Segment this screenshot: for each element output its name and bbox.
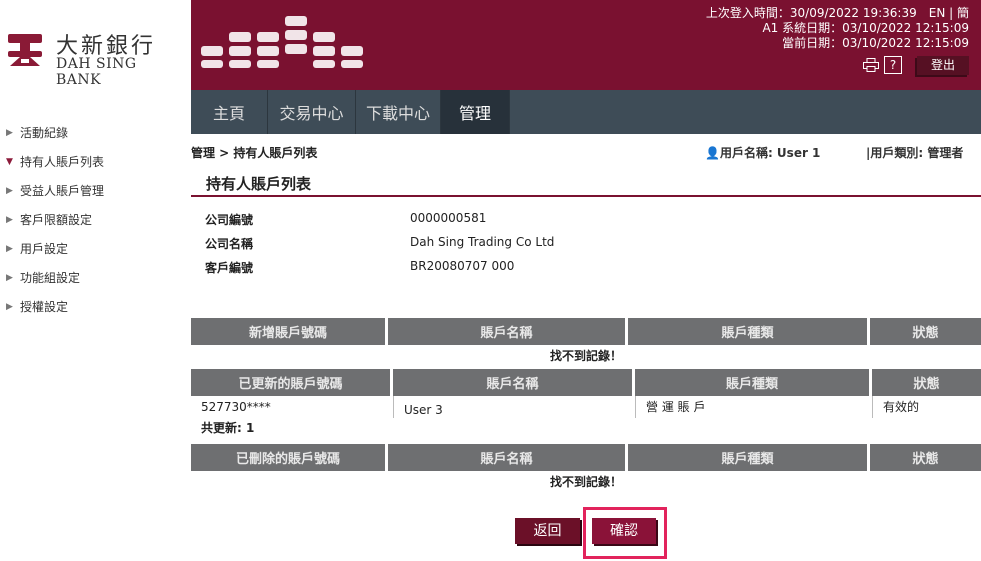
no-records-message: 找不到記錄！ — [549, 475, 622, 489]
chevron-right-icon: ▶ — [6, 301, 13, 312]
user-type: |用戶類別: 管理者 — [866, 146, 964, 160]
tab-transaction-center[interactable]: 交易中心 — [268, 90, 356, 134]
tab-home[interactable]: 主頁 — [191, 90, 268, 134]
sidebar-item-label: 功能組設定 — [20, 271, 81, 285]
sidebar-item-holder-accounts[interactable]: ▼ 持有人賬戶列表 — [0, 147, 185, 176]
sidebar-item-user-settings[interactable]: ▶ 用戶設定 — [0, 234, 185, 263]
detail-row: 客戶編號 BR20080707 000 — [205, 259, 554, 283]
sidebar-menu: ▶ 活動紀錄 ▼ 持有人賬戶列表 ▶ 受益人賬戶管理 ▶ 客戶限額設定 ▶ 用戶設定 ▶ 功… — [0, 118, 185, 321]
table-header: 已刪除的賬戶號碼 賬戶名稱 賬戶種類 狀態 — [191, 444, 981, 471]
column-header: 狀態 — [870, 318, 981, 345]
no-records-message: 找不到記錄！ — [549, 349, 622, 363]
account-number-cell: 527730**** — [201, 400, 271, 414]
last-login-label: 上次登入時間： — [705, 6, 790, 20]
main-nav: 主頁 交易中心 下載中心 管理 — [191, 90, 981, 134]
page-title-bar: 持有人賬戶列表 — [191, 168, 981, 197]
column-header: 狀態 — [872, 369, 981, 396]
customer-number-value: BR20080707 000 — [410, 259, 515, 273]
chevron-right-icon: ▶ — [6, 214, 13, 225]
account-type-cell: 營 運 賬 戶 — [635, 396, 872, 418]
column-header: 賬戶名稱 — [388, 444, 628, 471]
table-header: 已更新的賬戶號碼 賬戶名稱 賬戶種類 狀態 — [191, 369, 981, 396]
print-icon[interactable] — [863, 58, 879, 72]
help-icon[interactable]: ? — [884, 56, 902, 74]
status-cell: 有效的 — [872, 396, 981, 418]
company-name-value: Dah Sing Trading Co Ltd — [410, 235, 555, 249]
breadcrumb: 管理 > 持有人賬戶列表 — [191, 146, 318, 160]
chevron-right-icon: ▶ — [6, 272, 13, 283]
column-header: 已刪除的賬戶號碼 — [191, 444, 388, 471]
system-date: 03/10/2022 12:15:09 — [842, 21, 969, 35]
confirm-button[interactable]: 確認 — [592, 518, 656, 544]
column-header: 賬戶種類 — [628, 444, 870, 471]
company-number-value: 0000000581 — [410, 211, 487, 225]
column-header: 賬戶名稱 — [388, 318, 628, 345]
company-number-label: 公司編號 — [205, 213, 254, 227]
chevron-right-icon: ▶ — [6, 185, 13, 196]
user-icon: 👤 — [705, 146, 720, 160]
sidebar-item-function-groups[interactable]: ▶ 功能組設定 — [0, 263, 185, 292]
user-name: 👤用戶名稱: User 1 — [705, 146, 821, 160]
tab-download-center[interactable]: 下載中心 — [356, 90, 441, 134]
company-details: 公司編號 0000000581 公司名稱 Dah Sing Trading Co L… — [205, 211, 554, 283]
new-accounts-table: 新增賬戶號碼 賬戶名稱 賬戶種類 狀態 找不到記錄！ — [191, 318, 981, 367]
lang-sc-link[interactable]: 簡 — [957, 6, 969, 20]
page-title: 持有人賬戶列表 — [206, 175, 312, 193]
current-date: 03/10/2022 12:15:09 — [842, 36, 969, 50]
column-header: 已更新的賬戶號碼 — [191, 369, 393, 396]
column-header: 賬戶名稱 — [393, 369, 635, 396]
updated-accounts-table: 已更新的賬戶號碼 賬戶名稱 賬戶種類 狀態 527730**** User 3 … — [191, 369, 981, 438]
chevron-right-icon: ▶ — [6, 127, 13, 138]
table-row: 527730**** User 3 營 運 賬 戶 有效的 — [191, 396, 981, 418]
last-login-time: 30/09/2022 19:36:39 — [789, 6, 917, 20]
deleted-accounts-table: 已刪除的賬戶號碼 賬戶名稱 賬戶種類 狀態 找不到記錄！ — [191, 444, 981, 493]
sidebar-item-beneficiary-accounts[interactable]: ▶ 受益人賬戶管理 — [0, 176, 185, 205]
column-header: 賬戶種類 — [635, 369, 872, 396]
company-name-label: 公司名稱 — [205, 237, 254, 251]
sidebar-item-customer-limits[interactable]: ▶ 客戶限額設定 — [0, 205, 185, 234]
sidebar-item-label: 持有人賬戶列表 — [20, 155, 105, 169]
table-header: 新增賬戶號碼 賬戶名稱 賬戶種類 狀態 — [191, 318, 981, 345]
session-info: 上次登入時間：30/09/2022 19:36:39 EN | 簡 A1 系統日期… — [705, 6, 969, 50]
chevron-right-icon: ▶ — [6, 243, 13, 254]
logo-english-name: DAH SING BANK — [56, 56, 137, 88]
sidebar-item-activity-log[interactable]: ▶ 活動紀錄 — [0, 118, 185, 147]
detail-row: 公司名稱 Dah Sing Trading Co Ltd — [205, 235, 554, 259]
sidebar-item-label: 受益人賬戶管理 — [20, 184, 105, 198]
dah-sing-logo-icon — [8, 34, 42, 66]
decorative-pattern-icon — [201, 16, 363, 68]
sidebar-item-label: 活動紀錄 — [20, 126, 69, 140]
logout-button[interactable]: 登出 — [917, 56, 969, 75]
update-total: 共更新: 1 — [201, 421, 255, 435]
detail-row: 公司編號 0000000581 — [205, 211, 554, 235]
tab-management[interactable]: 管理 — [441, 90, 510, 134]
back-button[interactable]: 返回 — [515, 518, 580, 544]
sidebar-item-authorization[interactable]: ▶ 授權設定 — [0, 292, 185, 321]
customer-number-label: 客戶編號 — [205, 261, 254, 275]
system-date-label: A1 系統日期： — [762, 21, 843, 35]
column-header: 新增賬戶號碼 — [191, 318, 388, 345]
lang-en-link[interactable]: EN — [929, 6, 946, 20]
chevron-down-icon: ▼ — [6, 156, 13, 167]
sidebar-item-label: 客戶限額設定 — [20, 213, 93, 227]
current-date-label: 當前日期： — [782, 36, 843, 50]
sidebar-item-label: 用戶設定 — [20, 242, 69, 256]
column-header: 狀態 — [870, 444, 981, 471]
header-banner: 上次登入時間：30/09/2022 19:36:39 EN | 簡 A1 系統日期… — [191, 0, 981, 90]
account-name-cell: User 3 — [393, 396, 635, 418]
column-header: 賬戶種類 — [628, 318, 870, 345]
bank-logo: 大新銀行 DAH SING BANK — [6, 28, 176, 88]
sidebar-item-label: 授權設定 — [20, 300, 69, 314]
